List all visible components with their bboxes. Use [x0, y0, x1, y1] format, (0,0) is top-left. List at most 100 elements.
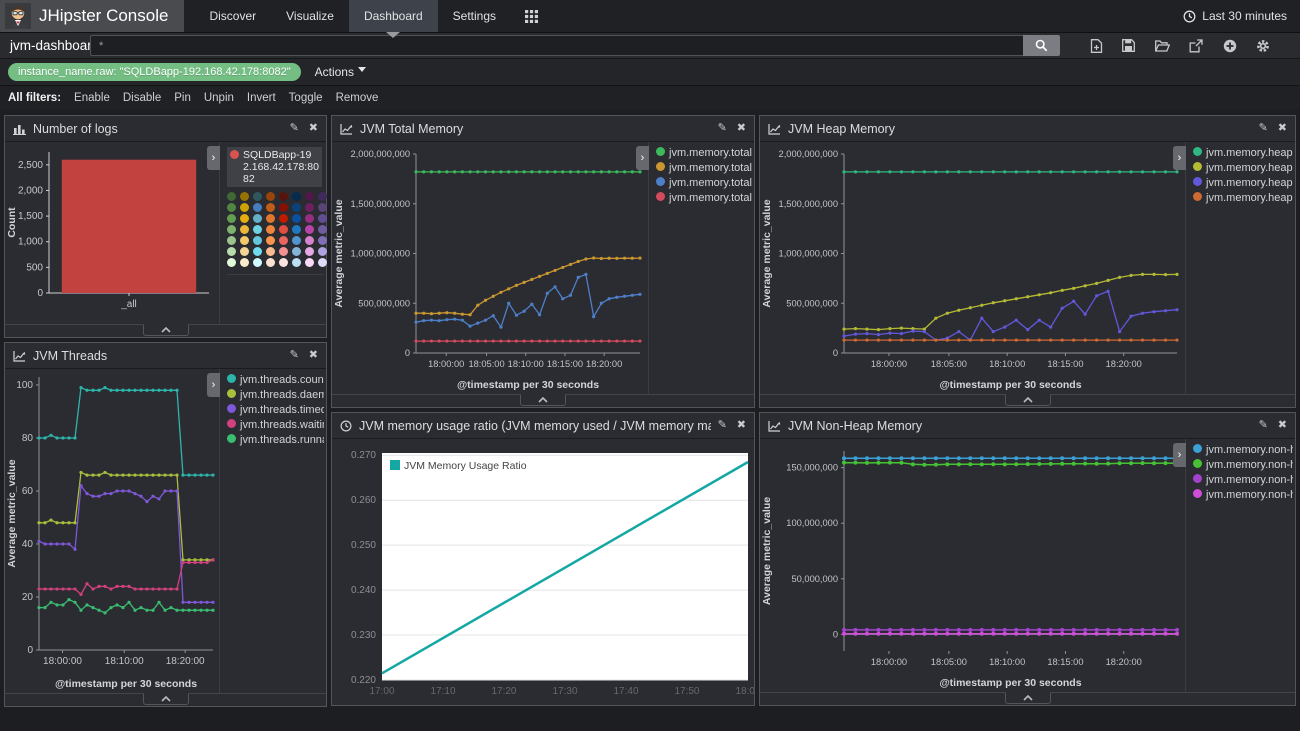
legend-item[interactable]: jvm.memory.total.com... [656, 162, 752, 174]
legend-item[interactable]: jvm.memory.heap.max [1193, 147, 1293, 159]
palette-color-swatch[interactable] [318, 258, 327, 267]
remove-panel-icon[interactable]: ✖ [737, 123, 746, 134]
legend-item[interactable]: jvm.memory.non-heap.... [1193, 474, 1293, 486]
filter-action-remove[interactable]: Remove [336, 92, 379, 104]
chart-jvm-non-heap-memory[interactable]: 050,000,000100,000,000150,000,00018:00:0… [760, 439, 1185, 691]
palette-color-swatch[interactable] [240, 225, 249, 234]
palette-color-swatch[interactable] [292, 258, 301, 267]
palette-color-swatch[interactable] [292, 192, 301, 201]
filter-action-unpin[interactable]: Unpin [204, 92, 234, 104]
palette-color-swatch[interactable] [253, 236, 262, 245]
chart-jvm-threads[interactable]: 02040608010018:00:0018:10:0018:20:00@tim… [5, 369, 219, 692]
collapse-panel-button[interactable] [1005, 692, 1051, 704]
chart-jvm-total-memory[interactable]: 0500,000,0001,000,000,0001,500,000,0002,… [332, 142, 648, 393]
palette-color-swatch[interactable] [318, 247, 327, 256]
palette-color-swatch[interactable] [318, 236, 327, 245]
app-switcher-button[interactable] [511, 0, 552, 32]
app-logo[interactable]: JHipster Console [0, 0, 184, 32]
palette-color-swatch[interactable] [240, 203, 249, 212]
edit-panel-icon[interactable]: ✎ [1259, 123, 1268, 134]
palette-color-swatch[interactable] [227, 214, 236, 223]
palette-color-swatch[interactable] [240, 247, 249, 256]
palette-color-swatch[interactable] [305, 192, 314, 201]
filter-action-disable[interactable]: Disable [123, 92, 161, 104]
legend-toggle-icon[interactable]: › [207, 146, 220, 170]
palette-color-swatch[interactable] [240, 258, 249, 267]
legend-item[interactable]: jvm.memory.non-heap.... [1193, 444, 1293, 456]
collapse-panel-button[interactable] [520, 394, 566, 406]
palette-color-swatch[interactable] [279, 214, 288, 223]
legend-item[interactable]: jvm.memory.heap.com... [1193, 162, 1293, 174]
palette-color-swatch[interactable] [240, 236, 249, 245]
edit-panel-icon[interactable]: ✎ [290, 350, 299, 361]
chart-number-of-logs[interactable]: 05001,0001,5002,0002,500_allCount [5, 142, 219, 323]
filter-action-toggle[interactable]: Toggle [289, 92, 323, 104]
palette-color-swatch[interactable] [227, 258, 236, 267]
remove-panel-icon[interactable]: ✖ [737, 420, 746, 431]
legend-item[interactable]: jvm.memory.heap.used [1193, 177, 1293, 189]
legend-item[interactable]: jvm.threads.waiting.co... [227, 419, 324, 431]
edit-panel-icon[interactable]: ✎ [1259, 420, 1268, 431]
legend-toggle-icon[interactable]: › [1173, 146, 1186, 170]
time-picker[interactable]: Last 30 minutes [1170, 0, 1300, 32]
palette-color-swatch[interactable] [266, 247, 275, 256]
chart-jvm-heap-memory[interactable]: 0500,000,0001,000,000,0001,500,000,0002,… [760, 142, 1185, 393]
filter-action-invert[interactable]: Invert [247, 92, 276, 104]
edit-panel-icon[interactable]: ✎ [290, 123, 299, 134]
palette-color-swatch[interactable] [240, 214, 249, 223]
query-input[interactable] [90, 35, 1023, 56]
nav-tab-settings[interactable]: Settings [438, 0, 511, 32]
search-button[interactable] [1023, 35, 1060, 56]
palette-color-swatch[interactable] [318, 225, 327, 234]
nav-tab-visualize[interactable]: Visualize [271, 0, 349, 32]
palette-color-swatch[interactable] [227, 225, 236, 234]
palette-color-swatch[interactable] [318, 203, 327, 212]
remove-panel-icon[interactable]: ✖ [1278, 123, 1287, 134]
palette-color-swatch[interactable] [279, 225, 288, 234]
filter-action-enable[interactable]: Enable [74, 92, 110, 104]
palette-color-swatch[interactable] [266, 258, 275, 267]
legend-item[interactable]: jvm.memory.total.max [656, 147, 752, 159]
palette-color-swatch[interactable] [266, 236, 275, 245]
save-dashboard-button[interactable] [1120, 37, 1137, 54]
palette-color-swatch[interactable] [292, 214, 301, 223]
palette-color-swatch[interactable] [305, 225, 314, 234]
palette-color-swatch[interactable] [253, 192, 262, 201]
palette-color-swatch[interactable] [305, 214, 314, 223]
palette-color-swatch[interactable] [305, 236, 314, 245]
palette-color-swatch[interactable] [279, 247, 288, 256]
legend-item[interactable]: jvm.memory.non-heap.... [1193, 489, 1293, 501]
legend-item[interactable]: jvm.memory.total.used [656, 177, 752, 189]
legend-toggle-icon[interactable]: › [207, 373, 220, 397]
palette-color-swatch[interactable] [292, 236, 301, 245]
palette-color-swatch[interactable] [279, 203, 288, 212]
palette-color-swatch[interactable] [227, 203, 236, 212]
collapse-panel-button[interactable] [1005, 394, 1051, 406]
palette-color-swatch[interactable] [227, 247, 236, 256]
palette-color-swatch[interactable] [292, 225, 301, 234]
remove-panel-icon[interactable]: ✖ [309, 123, 318, 134]
legend-item[interactable]: jvm.memory.non-heap.... [1193, 459, 1293, 471]
options-button[interactable] [1254, 37, 1272, 55]
legend-item[interactable]: jvm.threads.timed_wait... [227, 404, 324, 416]
palette-color-swatch[interactable] [253, 247, 262, 256]
share-dashboard-button[interactable] [1187, 37, 1205, 55]
palette-color-swatch[interactable] [279, 236, 288, 245]
legend-item-selected[interactable]: SQLDBapp-192.168.42.178:8082 [227, 147, 322, 187]
palette-color-swatch[interactable] [266, 214, 275, 223]
collapse-panel-button[interactable] [143, 693, 189, 705]
filter-pill[interactable]: instance_name.raw: "SQLDBapp-192.168.42.… [8, 63, 301, 81]
palette-color-swatch[interactable] [318, 192, 327, 201]
nav-tab-discover[interactable]: Discover [194, 0, 271, 32]
remove-panel-icon[interactable]: ✖ [309, 350, 318, 361]
palette-color-swatch[interactable] [305, 258, 314, 267]
filter-action-pin[interactable]: Pin [174, 92, 191, 104]
collapse-panel-button[interactable] [143, 324, 189, 336]
legend-toggle-icon[interactable]: › [1173, 443, 1186, 467]
legend-item[interactable]: jvm.memory.total.init [656, 192, 752, 204]
filter-actions-dropdown[interactable]: Actions [315, 65, 366, 79]
palette-color-swatch[interactable] [279, 258, 288, 267]
palette-color-swatch[interactable] [266, 225, 275, 234]
palette-color-swatch[interactable] [240, 192, 249, 201]
new-dashboard-button[interactable] [1088, 37, 1105, 55]
